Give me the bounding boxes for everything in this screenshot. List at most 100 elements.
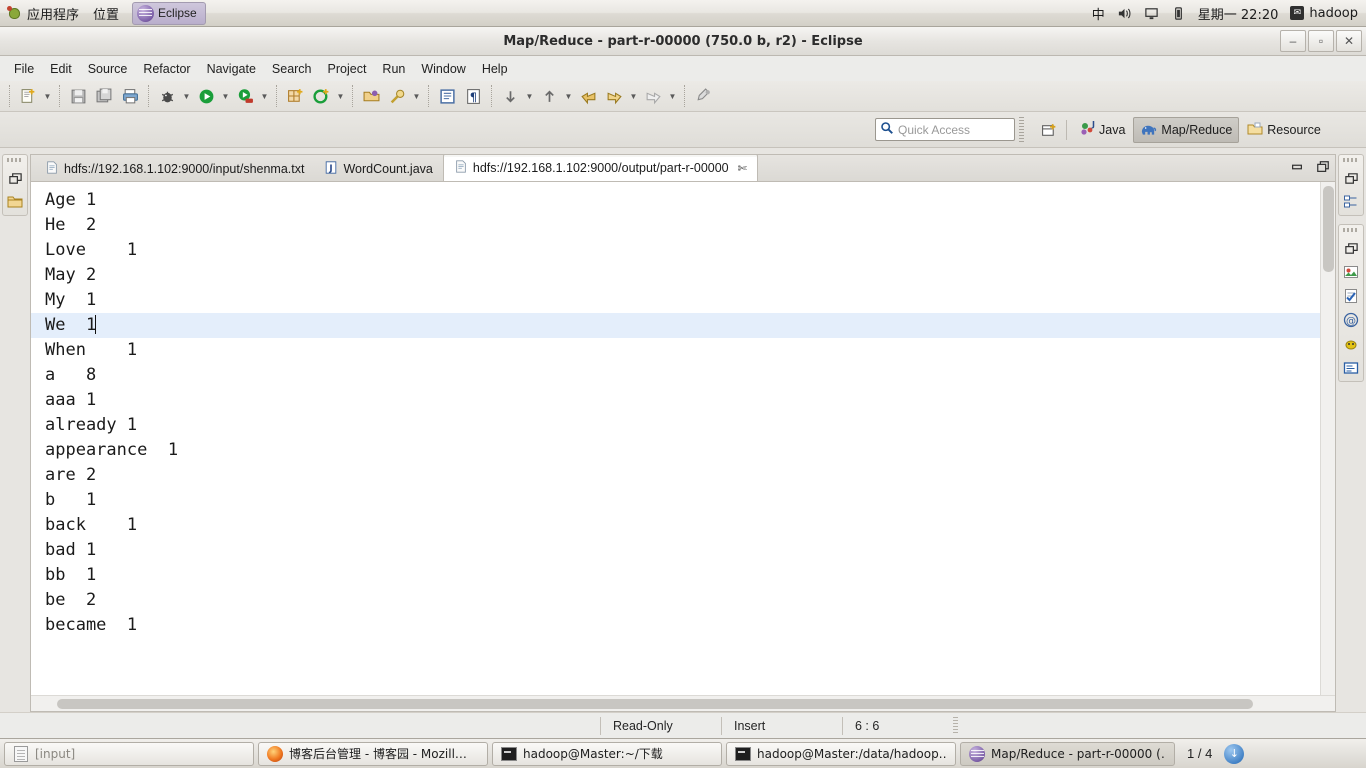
taskbar-item-3[interactable]: hadoop@Master:~/下载	[492, 741, 722, 766]
code-line: appearance 1	[45, 440, 179, 460]
menu-item-window[interactable]: Window	[413, 60, 473, 78]
perspective-map-reduce[interactable]: Map/Reduce	[1133, 117, 1240, 143]
open-perspective-icon[interactable]	[1038, 118, 1060, 142]
volume-icon[interactable]	[1117, 6, 1132, 21]
editor-tab-2[interactable]: J WordCount.java	[314, 156, 442, 181]
taskbar-item-1[interactable]: [input]	[4, 741, 254, 766]
maximize-button[interactable]: ▫	[1308, 30, 1334, 52]
search-button[interactable]	[385, 84, 409, 108]
menu-item-search[interactable]: Search	[264, 60, 320, 78]
menu-item-project[interactable]: Project	[320, 60, 375, 78]
chevron-down-icon[interactable]: ▼	[523, 85, 536, 107]
minimize-editor-icon[interactable]	[1289, 159, 1305, 175]
next-annotation-button[interactable]	[498, 84, 522, 108]
forward-button[interactable]	[602, 84, 626, 108]
console-icon[interactable]	[1342, 359, 1360, 377]
menu-item-source[interactable]: Source	[80, 60, 136, 78]
javadoc-icon[interactable]: @	[1342, 311, 1360, 329]
show-whitespace-button[interactable]: ¶	[461, 84, 485, 108]
code-line: He 2	[45, 215, 97, 235]
close-button[interactable]: ✕	[1336, 30, 1362, 52]
display-icon[interactable]	[1144, 6, 1159, 21]
code-line: aaa 1	[45, 390, 97, 410]
fast-view-grip[interactable]	[1343, 158, 1359, 162]
new-java-class-button[interactable]	[309, 84, 333, 108]
fast-view-grip[interactable]	[1343, 228, 1359, 232]
restore-icon[interactable]	[1342, 169, 1360, 187]
taskbar-item-5[interactable]: Map/Reduce - part-r-00000 (…	[960, 741, 1175, 766]
chevron-down-icon[interactable]: ▼	[410, 85, 423, 107]
save-all-button[interactable]	[92, 84, 116, 108]
elephant-icon	[1140, 121, 1157, 140]
minimize-button[interactable]: –	[1280, 30, 1306, 52]
debug-button[interactable]	[155, 84, 179, 108]
vertical-scroll-thumb[interactable]	[1323, 186, 1334, 272]
toolbar-grip[interactable]	[1019, 117, 1024, 142]
chevron-down-icon[interactable]: ▼	[180, 85, 193, 107]
chevron-down-icon[interactable]: ▼	[219, 85, 232, 107]
workspace-pager[interactable]: 1 / 4	[1179, 746, 1220, 761]
save-button[interactable]	[66, 84, 90, 108]
menu-item-edit[interactable]: Edit	[42, 60, 80, 78]
map-reduce-locations-icon[interactable]	[1342, 263, 1360, 281]
new-java-package-button[interactable]	[283, 84, 307, 108]
ime-indicator[interactable]: 中	[1092, 4, 1105, 23]
chevron-down-icon[interactable]: ▼	[562, 85, 575, 107]
editor-horizontal-scrollbar[interactable]	[31, 695, 1335, 711]
text-editor-content[interactable]: Age 1 He 2 Love 1 May 2 My 1 We 1 When 1 a 8 aaa…	[31, 182, 1320, 695]
problems-icon[interactable]	[1342, 335, 1360, 353]
status-insert-mode[interactable]: Insert	[722, 717, 842, 735]
chevron-down-icon[interactable]: ▼	[627, 85, 640, 107]
perspective-java[interactable]: J Java	[1073, 117, 1131, 143]
svg-text:J: J	[1091, 121, 1095, 129]
print-button[interactable]	[118, 84, 142, 108]
new-wizard-button[interactable]	[16, 84, 40, 108]
chevron-down-icon[interactable]: ▼	[258, 85, 271, 107]
maximize-editor-icon[interactable]	[1315, 159, 1331, 175]
run-external-tools-button[interactable]	[233, 84, 257, 108]
clock[interactable]: 星期一 22:20	[1198, 4, 1279, 23]
toggle-mark-occurrences-button[interactable]	[435, 84, 459, 108]
toolbar-separator	[491, 85, 492, 107]
menu-item-navigate[interactable]: Navigate	[199, 60, 264, 78]
last-edit-location-button[interactable]	[641, 84, 665, 108]
menu-item-help[interactable]: Help	[474, 60, 516, 78]
applications-menu-label: 应用程序	[27, 7, 80, 23]
places-menu[interactable]: 位置	[86, 2, 126, 24]
editor-tab-1[interactable]: hdfs://192.168.1.102:9000/input/shenma.t…	[35, 156, 314, 181]
toolbar-separator	[684, 85, 685, 107]
chevron-down-icon[interactable]: ▼	[666, 85, 679, 107]
back-button[interactable]	[576, 84, 600, 108]
pin-editor-button[interactable]	[691, 84, 715, 108]
eclipse-window: Map/Reduce - part-r-00000 (750.0 b, r2) …	[0, 27, 1366, 738]
battery-icon[interactable]	[1171, 6, 1186, 21]
panel-window-button-eclipse[interactable]: Eclipse	[132, 1, 206, 25]
project-explorer-icon[interactable]	[6, 193, 24, 211]
tasks-icon[interactable]	[1342, 287, 1360, 305]
chevron-down-icon[interactable]: ▼	[334, 85, 347, 107]
quick-access-input[interactable]: Quick Access	[875, 118, 1015, 141]
chevron-down-icon[interactable]: ▼	[41, 85, 54, 107]
restore-icon[interactable]	[6, 169, 24, 187]
horizontal-scroll-thumb[interactable]	[57, 699, 1253, 709]
outline-icon[interactable]	[1342, 193, 1360, 211]
open-type-button[interactable]	[359, 84, 383, 108]
menu-item-refactor[interactable]: Refactor	[135, 60, 198, 78]
editor-vertical-scrollbar[interactable]	[1320, 182, 1335, 695]
restore-icon[interactable]	[1342, 239, 1360, 257]
taskbar-item-4[interactable]: hadoop@Master:/data/hadoop…	[726, 741, 956, 766]
run-button[interactable]	[194, 84, 218, 108]
menu-item-file[interactable]: File	[6, 60, 42, 78]
applications-menu[interactable]: 应用程序	[0, 2, 86, 24]
taskbar-item-2[interactable]: 博客后台管理 - 博客园 - Mozill…	[258, 741, 488, 766]
perspective-resource[interactable]: Resource	[1241, 117, 1327, 143]
editor-stack-tools	[1289, 159, 1331, 175]
close-icon[interactable]: ✄	[738, 162, 747, 175]
user-menu[interactable]: ✉ hadoop	[1290, 6, 1358, 21]
trash-icon[interactable]: ↓	[1224, 743, 1245, 764]
fast-view-grip[interactable]	[7, 158, 23, 162]
previous-annotation-button[interactable]	[537, 84, 561, 108]
menu-item-run[interactable]: Run	[374, 60, 413, 78]
editor-tab-3[interactable]: hdfs://192.168.1.102:9000/output/part-r-…	[442, 154, 758, 181]
status-message	[0, 717, 600, 735]
